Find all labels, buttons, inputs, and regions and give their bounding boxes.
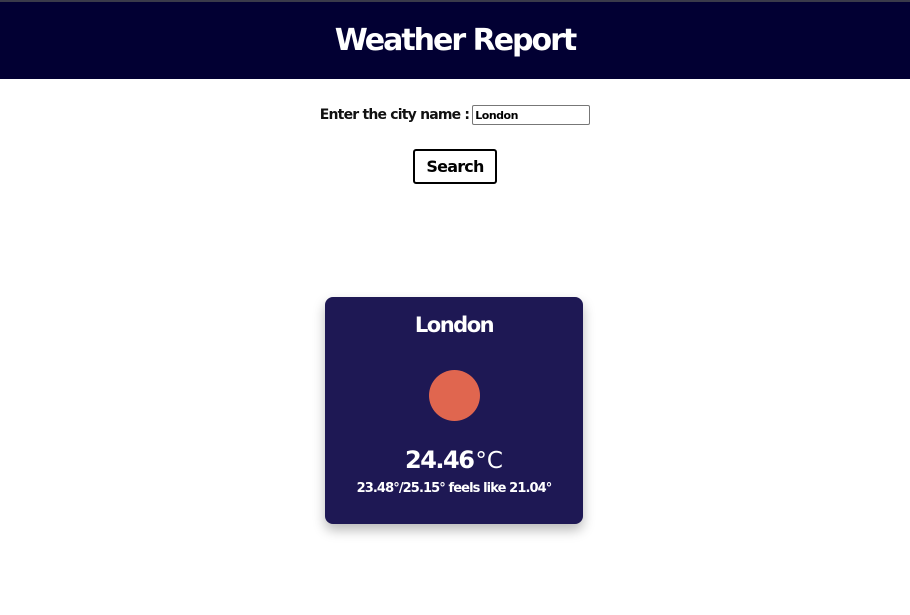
temperature-unit: °C xyxy=(475,448,503,474)
city-search-form: Enter the city name : xyxy=(0,105,910,125)
temperature-value: 24.46 xyxy=(405,446,475,474)
sun-icon xyxy=(429,370,480,421)
card-city-name: London xyxy=(414,313,495,337)
search-row: Search xyxy=(0,149,910,184)
temperature-detail: 23.48°/25.15° feels like 21.04° xyxy=(356,481,553,496)
temperature-row: 24.46 °C xyxy=(325,446,583,474)
page-title: Weather Report xyxy=(334,23,578,58)
app-header: Weather Report xyxy=(0,0,910,79)
search-button[interactable]: Search xyxy=(413,149,497,184)
city-input[interactable] xyxy=(472,105,591,125)
weather-card: London 24.46 °C 23.48°/25.15° feels like… xyxy=(325,297,583,524)
city-label: Enter the city name : xyxy=(319,107,470,123)
